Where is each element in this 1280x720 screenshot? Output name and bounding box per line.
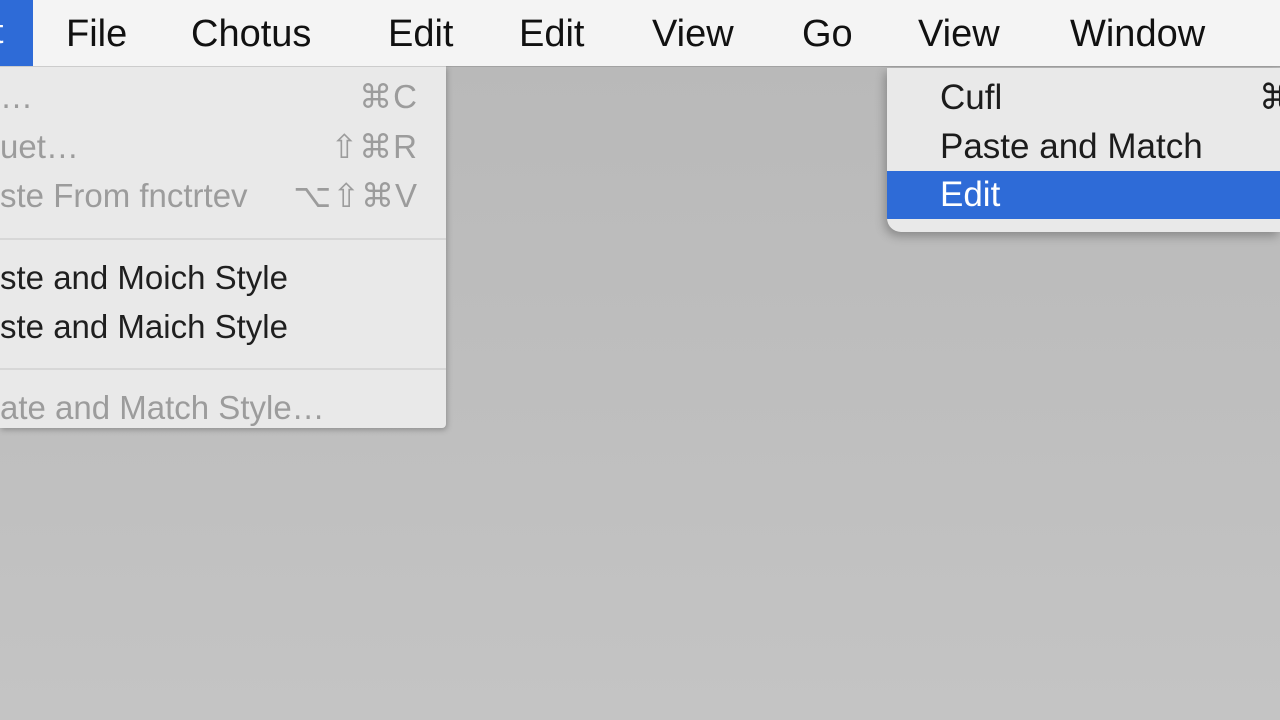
active-menu-fragment: t: [0, 12, 3, 52]
menu-item-paste-match-style-3[interactable]: ate and Match Style…: [0, 385, 446, 431]
menu-item-label: Paste and Match: [940, 127, 1203, 166]
menu-item-paste-and-match[interactable]: Paste and Match: [887, 123, 1280, 171]
right-dropdown-menu: Cufl ⌘ Paste and Match Edit: [887, 68, 1280, 232]
menu-separator: [0, 368, 446, 370]
menu-item-label: uet…: [0, 128, 79, 165]
menu-item-copy[interactable]: … ⌘C: [0, 74, 446, 120]
menu-chotus[interactable]: Chotus: [191, 12, 311, 56]
menu-item-paste-match-style[interactable]: ste and Moich Style: [0, 255, 446, 301]
menu-file[interactable]: File: [66, 12, 127, 56]
menu-item-label: ste and Moich Style: [0, 259, 288, 296]
menu-item-paste-match-style-2[interactable]: ste and Maich Style: [0, 304, 446, 350]
active-app-menu-highlight[interactable]: t: [0, 0, 33, 66]
menu-go[interactable]: Go: [802, 12, 853, 56]
menu-item-shortcut: ⌥⇧⌘V: [293, 177, 418, 214]
menu-view[interactable]: View: [652, 12, 734, 56]
menu-item-request[interactable]: uet… ⇧⌘R: [0, 124, 446, 170]
menu-item-shortcut: ⌘C: [359, 78, 418, 115]
menu-bar: t File Chotus Edit Edit View Go View Win…: [0, 0, 1280, 66]
menu-item-cut[interactable]: Cufl ⌘: [887, 74, 1280, 122]
menu-item-shortcut: ⇧⌘R: [330, 128, 418, 165]
menu-item-label: ate and Match Style…: [0, 389, 325, 426]
menu-item-edit-highlighted[interactable]: Edit: [887, 171, 1280, 219]
desktop: { "menubar": { "active_fragment": "t", "…: [0, 0, 1280, 720]
menu-edit[interactable]: Edit: [388, 12, 453, 56]
menu-separator: [0, 238, 446, 240]
menu-item-label: Edit: [940, 175, 1001, 214]
menu-item-label: Cufl: [940, 78, 1003, 117]
menu-edit-2[interactable]: Edit: [519, 12, 584, 56]
left-dropdown-menu: … ⌘C uet… ⇧⌘R ste From fnctrtev ⌥⇧⌘V ste…: [0, 66, 446, 428]
menu-item-paste-from[interactable]: ste From fnctrtev ⌥⇧⌘V: [0, 173, 446, 219]
menu-item-label: ste From fnctrtev: [0, 177, 248, 214]
menu-window[interactable]: Window: [1070, 12, 1205, 56]
menu-item-label: …: [0, 78, 33, 115]
menu-item-shortcut: ⌘: [1259, 78, 1280, 117]
menu-view-2[interactable]: View: [918, 12, 1000, 56]
menu-item-label: ste and Maich Style: [0, 308, 288, 345]
